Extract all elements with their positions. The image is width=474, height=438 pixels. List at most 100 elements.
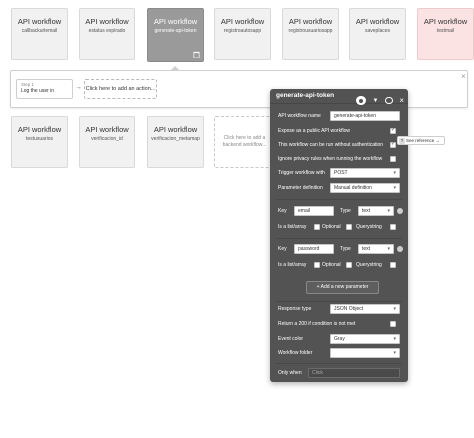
close-panel-icon[interactable]: × [399,96,404,105]
optional-label: Optional [322,224,341,230]
workflow-card-saveplaces[interactable]: API workflow saveplaces [349,8,406,60]
card-title: API workflow [85,125,129,134]
param-type-value: text [362,246,371,252]
no-auth-checkbox[interactable] [390,141,396,148]
no-auth-label: This workflow can be run without authent… [278,142,384,148]
querystring-label: Querystring [356,224,382,230]
workflow-card-verificacion-id[interactable]: API workflow verificacion_id [79,116,135,168]
param-key-input-email[interactable]: email [294,206,334,216]
event-color-label: Event color [278,336,304,342]
trigger-method-value: POST [334,170,348,176]
add-parameter-button[interactable]: + Add a new parameter [306,281,379,294]
querystring-label: Querystring [356,262,382,268]
add-backend-workflow-card[interactable]: Click here to add a backend workflow... [214,116,275,168]
divider [276,301,402,302]
param-type-label: Type [340,246,351,252]
card-title: API workflow [220,17,265,26]
see-reference-label: See reference → [406,138,441,143]
event-color-select[interactable]: Gray ▾ [330,334,400,344]
folder-label: Workflow folder [278,350,313,356]
workflow-card-testmail[interactable]: API workflow testmail [417,8,474,60]
card-title: API workflow [153,17,198,26]
workflow-card-callbackurlemail[interactable]: API workflow callbackurlemail [11,8,68,60]
dropdown-arrow-icon: ▾ [393,170,396,176]
param-def-value: Manual definition [334,185,372,191]
workflow-card-registroautosapp[interactable]: API workflow registroautosapp [214,8,271,60]
card-title: API workflow [85,17,129,26]
querystring-checkbox[interactable] [390,224,396,230]
panel-header: generate-api-token ▼ × [270,89,408,106]
param-type-select[interactable]: text ▾ [358,206,394,216]
dropdown-arrow-icon: ▾ [393,185,396,191]
card-subtitle: verificacion_metamap [151,136,200,142]
param-key-input-password[interactable]: password [294,244,334,254]
workflow-card-verificacion-metamap[interactable]: API workflow verificacion_metamap [147,116,204,168]
delete-param-icon[interactable] [397,208,403,214]
arrow-right-icon: → [75,84,82,91]
workflow-canvas[interactable]: API workflow callbackurlemail API workfl… [0,0,474,438]
param-def-select[interactable]: Manual definition ▾ [330,183,400,193]
workflow-card-generate-api-token[interactable]: API workflow generate-api-token [147,8,204,62]
card-subtitle: testmail [436,28,455,34]
only-when-input[interactable]: Click [308,368,400,378]
card-subtitle: registroautosapp [223,28,262,34]
workflow-property-panel: generate-api-token ▼ × API workflow name… [270,89,408,382]
workflow-card-estatus-expirado[interactable]: API workflow estatus expirado [79,8,135,60]
response-type-select[interactable]: JSON Object ▾ [330,304,400,314]
workflow-card-registrousuariosapp[interactable]: API workflow registrousuariosapp [282,8,339,60]
list-array-checkbox[interactable] [314,262,320,268]
card-title: API workflow [153,125,198,134]
dropdown-arrow-icon: ▾ [387,246,390,252]
delete-param-icon[interactable] [397,246,403,252]
card-title: API workflow [288,17,333,26]
dropdown-arrow-icon: ▾ [393,336,396,342]
close-icon[interactable]: × [461,72,466,81]
param-type-select[interactable]: text ▾ [358,244,394,254]
dropdown-arrow-icon: ▾ [393,350,396,356]
optional-label: Optional [322,262,341,268]
empty-card-line1: Click here to add a [223,135,266,141]
card-title: API workflow [423,17,468,26]
return-200-checkbox[interactable] [390,321,396,327]
panel-title: generate-api-token [276,92,335,99]
optional-checkbox[interactable] [346,262,352,268]
event-color-value: Gray [334,336,345,342]
expose-label: Expose as a public API workflow [278,128,350,134]
response-type-value: JSON Object [334,306,364,312]
step-label: Log the user in [21,88,55,94]
add-action-button[interactable]: Click here to add an action... [84,79,157,99]
card-title: API workflow [17,17,62,26]
help-icon: ? [399,138,405,144]
comment-icon[interactable] [384,97,393,105]
workflow-name-input[interactable]: generate-api-token [330,111,400,121]
trigger-method-select[interactable]: POST ▾ [330,168,400,178]
expose-checkbox[interactable] [390,127,396,134]
response-type-label: Response type [278,306,312,312]
dropdown-arrow-icon: ▾ [393,306,396,312]
add-parameter-label: Add a new parameter [320,284,369,290]
divider [276,199,402,200]
card-subtitle: estatus expirado [88,28,126,34]
see-reference-tooltip[interactable]: ? See reference → [397,136,445,145]
dropdown-arrow-icon[interactable]: ▼ [372,98,378,104]
list-array-label: Is a list/array [278,224,307,230]
card-title: API workflow [17,125,62,134]
card-subtitle: callbackurlemail [21,28,58,34]
card-subtitle: generate-api-token [154,28,197,34]
optional-checkbox[interactable] [346,224,352,230]
list-array-checkbox[interactable] [314,224,320,230]
toggle-icon[interactable] [356,96,367,106]
param-def-label: Parameter definition [278,185,323,191]
param-key-label: Key [278,208,287,214]
divider [276,363,402,364]
card-subtitle: verificacion_id [91,136,123,142]
divider [276,238,402,239]
workflow-card-testusuarios[interactable]: API workflow testusuarios [11,116,68,168]
folder-select[interactable]: ▾ [330,348,400,358]
querystring-checkbox[interactable] [390,262,396,268]
ignore-privacy-checkbox[interactable] [390,156,396,162]
dropdown-arrow-icon: ▾ [387,208,390,214]
param-type-label: Type [340,208,351,214]
trash-icon[interactable] [193,51,200,58]
step-1-card[interactable]: Step 1 Log the user in [16,79,73,99]
